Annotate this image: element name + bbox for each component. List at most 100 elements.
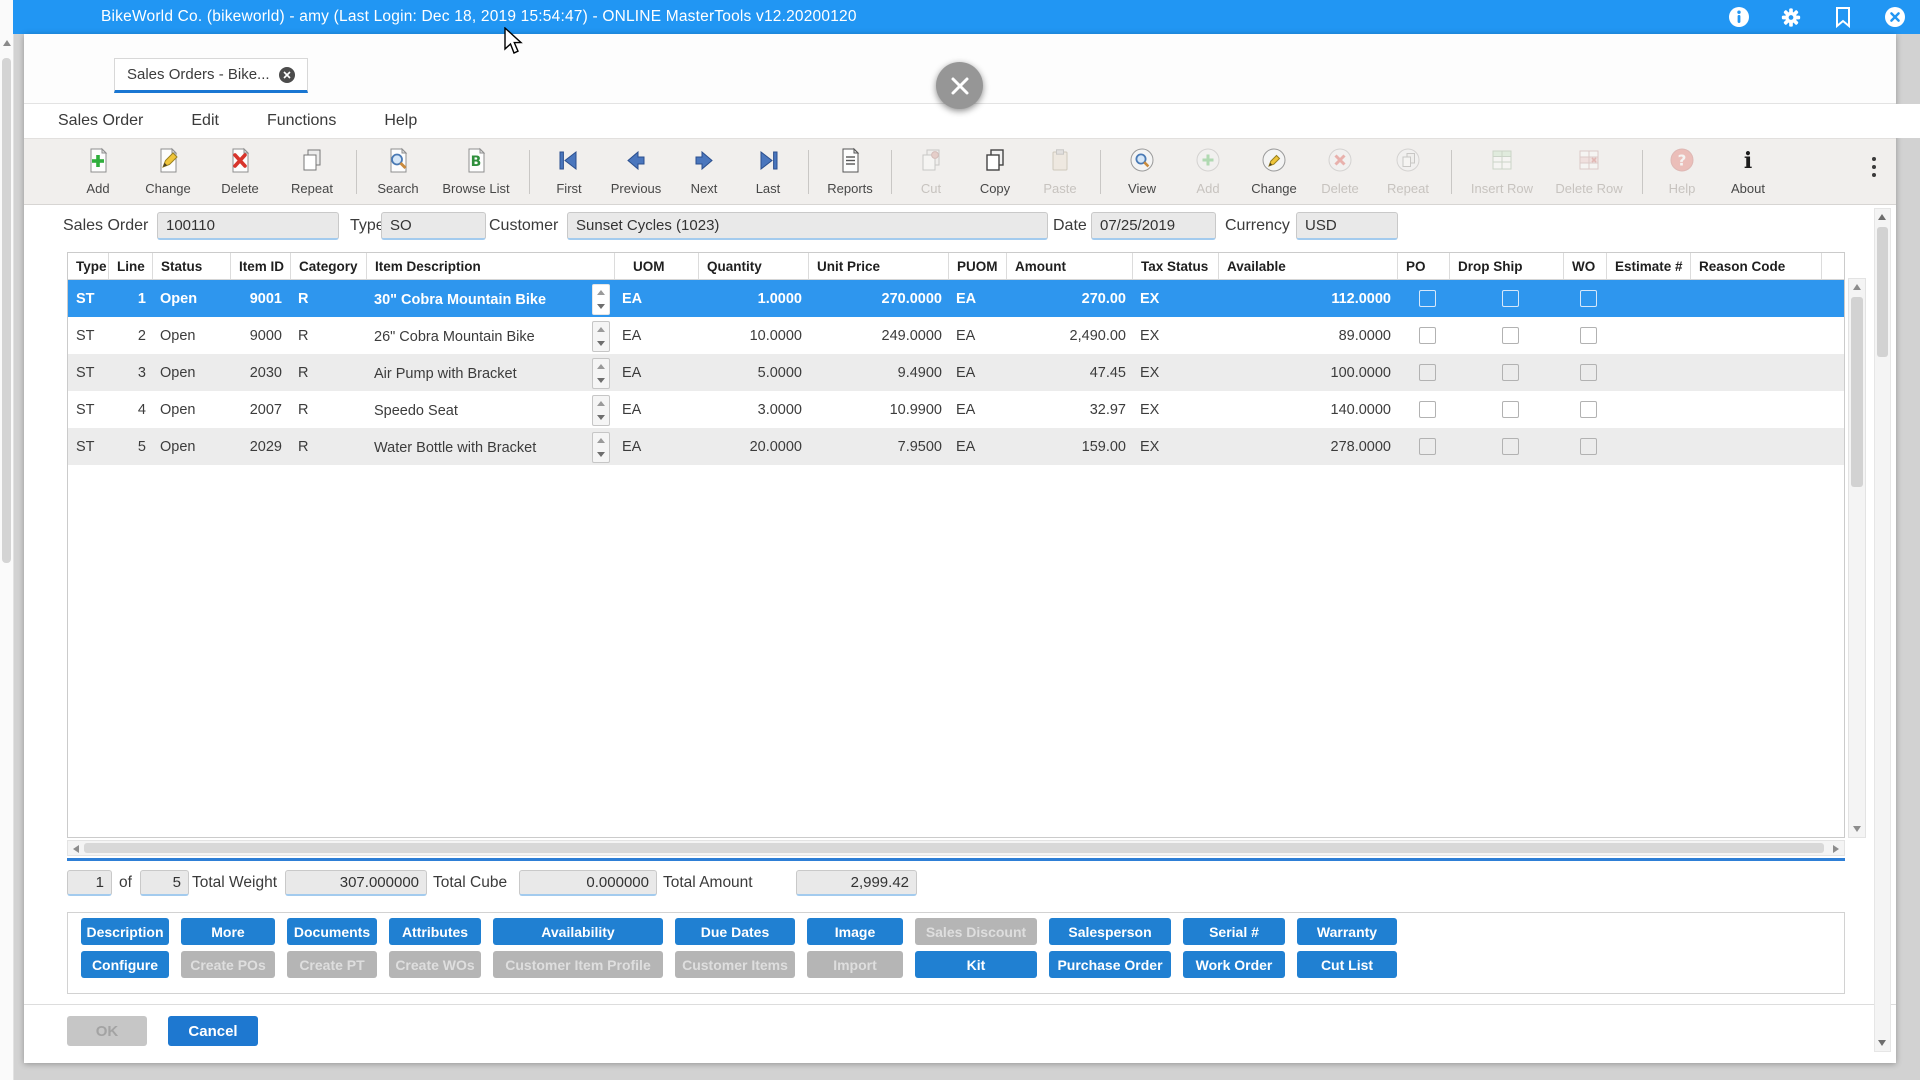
action-button[interactable]: More [181,918,275,945]
action-button[interactable]: Kit [915,951,1037,978]
change-row-button[interactable]: Change [1241,147,1307,196]
view-button[interactable]: View [1109,147,1175,196]
currency-field[interactable]: USD [1296,212,1398,240]
stepper-down-icon[interactable] [593,300,609,315]
action-button[interactable]: Customer Item Profile [493,951,663,978]
column-header[interactable]: WO [1563,253,1606,279]
scrollbar-thumb[interactable] [2,58,11,563]
action-button[interactable]: Serial # [1183,918,1285,945]
action-button[interactable]: Configure [81,951,169,978]
drop-ship-checkbox[interactable] [1502,290,1519,307]
scroll-down-arrow-icon[interactable] [1853,826,1861,832]
stepper-up-icon[interactable] [593,433,609,448]
toolbar-overflow-icon[interactable] [1872,157,1876,177]
column-header[interactable]: Tax Status [1132,253,1218,279]
menu-edit[interactable]: Edit [191,112,243,130]
delete-row-button[interactable]: Delete Row [1544,147,1634,196]
bookmark-icon[interactable] [1832,6,1854,28]
drop-ship-checkbox[interactable] [1502,327,1519,344]
repeat-row-button[interactable]: Repeat [1373,147,1443,196]
next-button[interactable]: Next [672,147,736,196]
column-header[interactable]: Line [108,253,152,279]
type-field[interactable]: SO [381,212,486,240]
cancel-button[interactable]: Cancel [168,1016,258,1046]
cut-button[interactable]: Cut [900,147,962,196]
action-button[interactable]: Salesperson [1049,918,1171,945]
window-vertical-scrollbar[interactable] [1874,208,1891,1052]
action-button[interactable]: Work Order [1183,951,1285,978]
action-button[interactable]: Availability [493,918,663,945]
menu-functions[interactable]: Functions [267,112,360,130]
scrollbar-thumb[interactable] [84,843,1824,853]
table-row[interactable]: ST 1 Open 9001 R 30" Cobra Mountain Bike… [68,280,1844,317]
column-header[interactable]: Item Description [366,253,614,279]
date-field[interactable]: 07/25/2019 [1091,212,1216,240]
scroll-left-arrow-icon[interactable] [73,845,79,853]
stepper-down-icon[interactable] [593,411,609,426]
column-header[interactable]: Quantity [698,253,808,279]
table-row[interactable]: ST 2 Open 9000 R 26" Cobra Mountain Bike… [68,317,1844,354]
column-header[interactable]: Drop Ship [1449,253,1563,279]
action-button[interactable]: Customer Items [675,951,795,978]
description-stepper[interactable] [592,358,610,389]
menu-help[interactable]: Help [384,112,441,130]
column-header[interactable]: PUOM [948,253,1006,279]
insert-row-button[interactable]: Insert Row [1460,147,1544,196]
menu-sales-order[interactable]: Sales Order [58,112,167,130]
action-button[interactable]: Warranty [1297,918,1397,945]
action-button[interactable]: Description [81,918,169,945]
wo-checkbox[interactable] [1580,327,1597,344]
po-checkbox[interactable] [1419,327,1436,344]
po-checkbox[interactable] [1419,438,1436,455]
scroll-right-arrow-icon[interactable] [1833,845,1839,853]
column-header[interactable]: Category [290,253,366,279]
stepper-up-icon[interactable] [593,359,609,374]
window-close-icon[interactable] [1884,6,1906,28]
action-button[interactable]: Documents [287,918,377,945]
repeat-button[interactable]: Repeat [276,147,348,196]
po-checkbox[interactable] [1419,401,1436,418]
scrollbar-thumb[interactable] [1877,227,1888,357]
ok-button[interactable]: OK [67,1016,147,1046]
description-stepper[interactable] [592,395,610,426]
page-total-field[interactable]: 5 [140,870,189,896]
search-button[interactable]: Search [365,147,431,196]
page-left-scrollbar[interactable] [0,0,14,1080]
po-checkbox[interactable] [1419,290,1436,307]
action-button[interactable]: Import [807,951,903,978]
table-row[interactable]: ST 5 Open 2029 R Water Bottle with Brack… [68,428,1844,465]
scroll-up-arrow-icon[interactable] [1853,284,1861,290]
copy-button[interactable]: Copy [962,147,1028,196]
tab-close-icon[interactable] [279,67,295,83]
dialog-close-button[interactable] [936,62,983,109]
delete-button[interactable]: Delete [204,147,276,196]
action-button[interactable]: Create PT [287,951,377,978]
wo-checkbox[interactable] [1580,401,1597,418]
column-header[interactable]: Item ID [230,253,290,279]
column-header[interactable]: Reason Code [1690,253,1821,279]
sales-order-field[interactable]: 100110 [157,212,339,240]
scroll-down-arrow-icon[interactable] [1878,1040,1886,1046]
column-header[interactable]: Type [68,253,108,279]
drop-ship-checkbox[interactable] [1502,364,1519,381]
action-button[interactable]: Cut List [1297,951,1397,978]
scrollbar-thumb[interactable] [1851,297,1863,487]
reports-button[interactable]: Reports [817,147,883,196]
wo-checkbox[interactable] [1580,438,1597,455]
table-row[interactable]: ST 3 Open 2030 R Air Pump with Bracket E… [68,354,1844,391]
customer-field[interactable]: Sunset Cycles (1023) [567,212,1048,240]
tab-sales-orders[interactable]: Sales Orders - Bike... [114,58,308,93]
paste-button[interactable]: Paste [1028,147,1092,196]
wo-checkbox[interactable] [1580,290,1597,307]
browse-list-button[interactable]: B Browse List [431,147,521,196]
info-icon[interactable] [1728,6,1750,28]
stepper-down-icon[interactable] [593,374,609,389]
action-button[interactable]: Purchase Order [1049,951,1171,978]
action-button[interactable]: Due Dates [675,918,795,945]
action-button[interactable]: Sales Discount [915,918,1037,945]
table-row[interactable]: ST 4 Open 2007 R Speedo Seat EA 3.0000 1 [68,391,1844,428]
column-header[interactable]: Amount [1006,253,1132,279]
column-header[interactable]: Available [1218,253,1397,279]
stepper-down-icon[interactable] [593,448,609,463]
column-header[interactable]: Status [152,253,230,279]
